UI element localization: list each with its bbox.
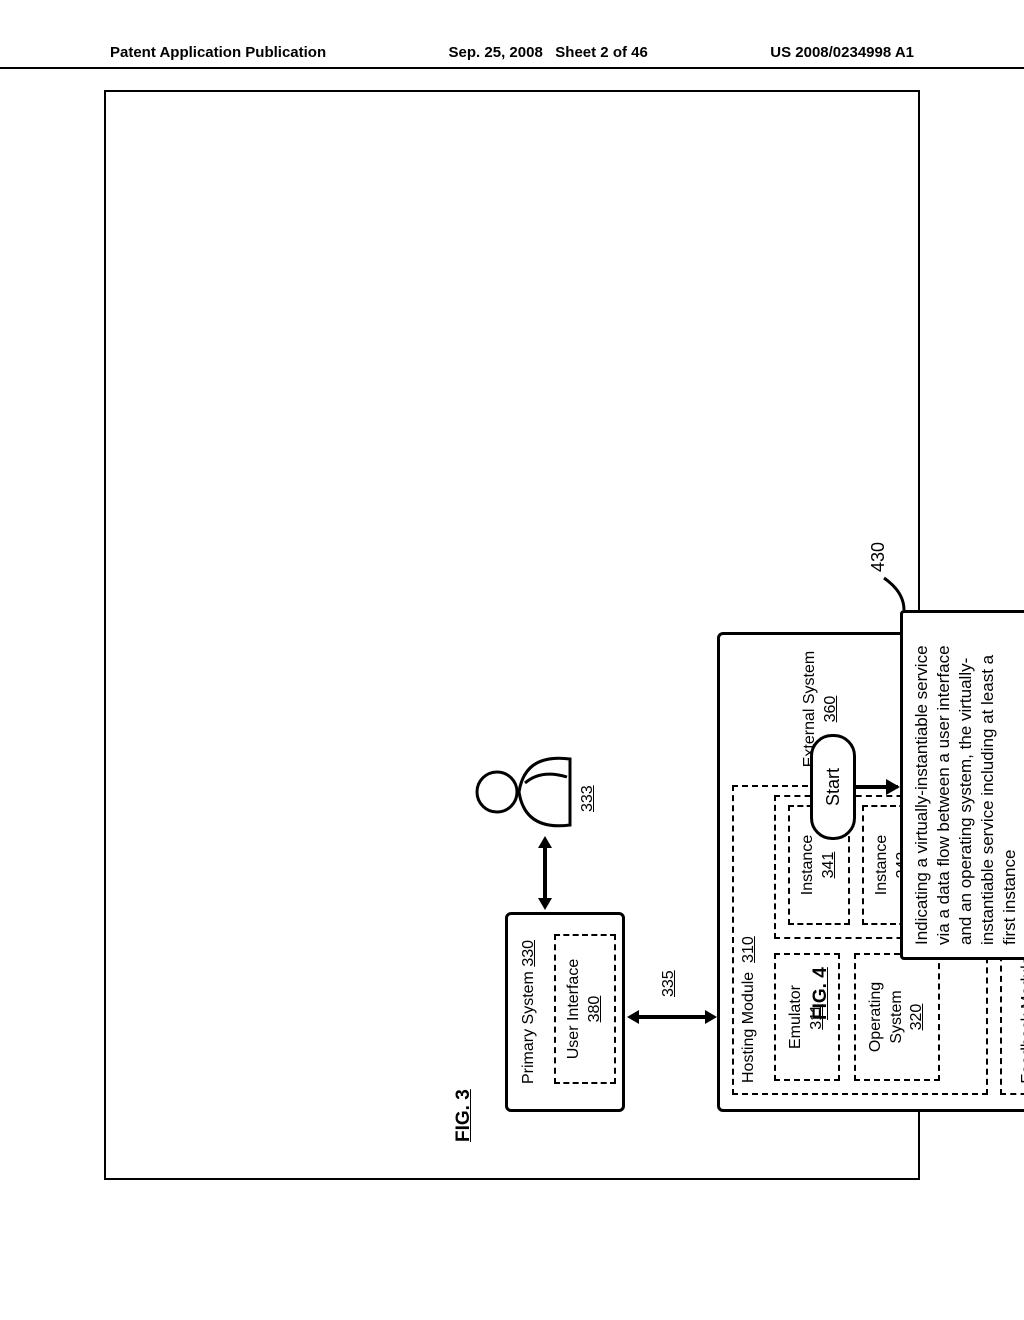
user-interface-box: User Interface 380 bbox=[554, 934, 616, 1084]
fig3-caption: FIG. 3 bbox=[453, 1089, 475, 1142]
figure-4: FIG. 4 Start Indicating a virtually-inst… bbox=[810, 140, 1024, 1020]
fig4-caption: FIG. 4 bbox=[810, 967, 832, 1020]
pub-number: US 2008/0234998 A1 bbox=[770, 44, 914, 61]
hosting-module-title: Hosting Module bbox=[740, 972, 757, 1083]
arrow-start-430 bbox=[856, 774, 900, 800]
step-430-ref: 430 bbox=[868, 542, 889, 572]
leader-430 bbox=[880, 572, 910, 612]
primary-system-ref: 330 bbox=[520, 940, 537, 967]
step-430-text: Indicating a virtually-instantiable serv… bbox=[912, 645, 1019, 945]
pub-label: Patent Application Publication bbox=[110, 44, 326, 61]
arrow-user-primary bbox=[530, 836, 560, 910]
user-ref: 333 bbox=[579, 785, 597, 812]
emulator-title: Emulator bbox=[786, 985, 807, 1049]
page-header: Patent Application Publication Sep. 25, … bbox=[0, 44, 1024, 69]
start-text: Start bbox=[823, 768, 844, 806]
pub-date: Sep. 25, 2008 bbox=[449, 44, 543, 61]
primary-system-title: Primary System bbox=[520, 971, 537, 1084]
start-terminator: Start bbox=[810, 734, 856, 840]
link-ref: 335 bbox=[660, 970, 678, 997]
user-interface-ref: 380 bbox=[585, 996, 606, 1023]
user-icon bbox=[475, 747, 580, 837]
step-430-box: Indicating a virtually-instantiable serv… bbox=[900, 610, 1024, 960]
arrow-primary-external bbox=[627, 1002, 717, 1032]
primary-system-box: Primary System 330 User Interface 380 bbox=[505, 912, 625, 1112]
figure-3: FIG. 3 Primary System 330 User Interface… bbox=[455, 122, 795, 1142]
sheet-number: Sheet 2 of 46 bbox=[555, 44, 648, 61]
user-interface-title: User Interface bbox=[564, 959, 585, 1059]
hosting-module-ref: 310 bbox=[740, 936, 757, 963]
